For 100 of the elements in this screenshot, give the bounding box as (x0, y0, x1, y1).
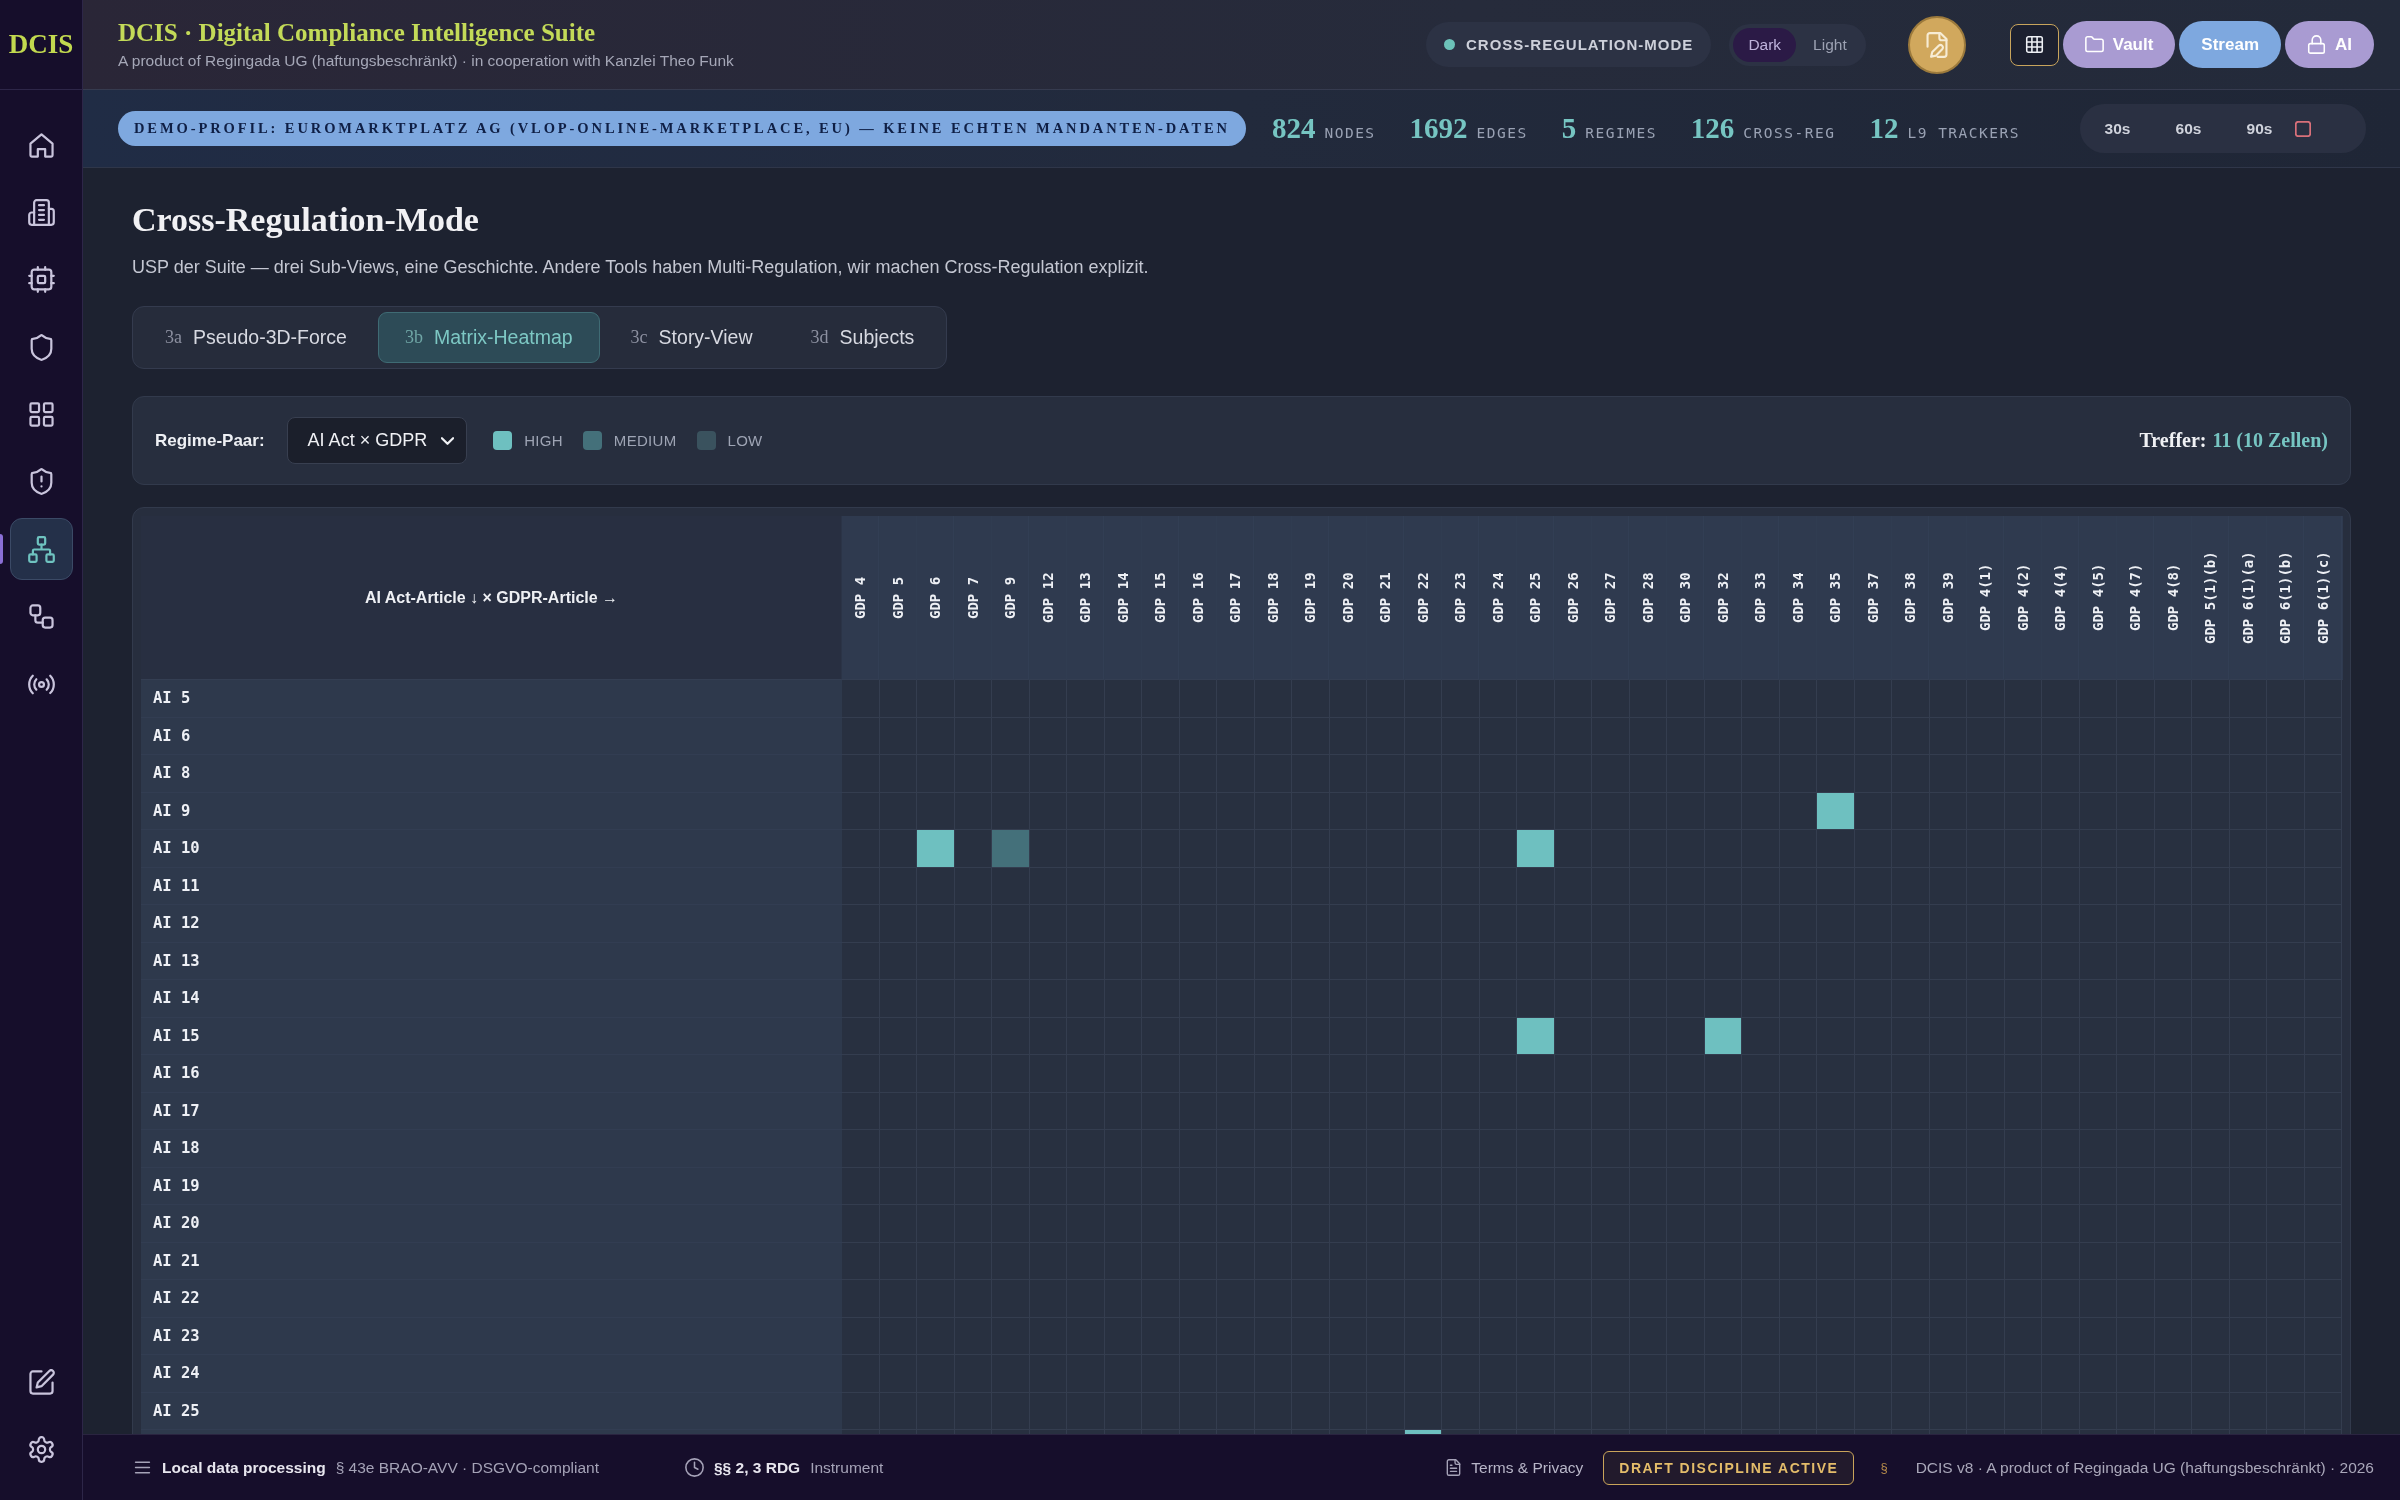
row-header: AI 5 (141, 680, 842, 718)
app-title: DCIS · Digital Compliance Intelligence Suite (118, 19, 597, 47)
active-indicator (0, 534, 3, 565)
column-header: GDP 26 (1554, 516, 1592, 680)
row-header: AI 12 (141, 905, 842, 943)
column-header: GDP 9 (992, 516, 1030, 680)
row-header: AI 24 (141, 1355, 842, 1393)
regime-select[interactable]: AI Act × GDPR (286, 417, 468, 464)
column-header: GDP 6(1)(c) (2304, 516, 2342, 680)
column-header: GDP 19 (1292, 516, 1330, 680)
legend-label: LOW (727, 432, 763, 449)
column-header: GDP 35 (1817, 516, 1855, 680)
row-header: AI 16 (141, 1055, 842, 1093)
page-description: USP der Suite — drei Sub-Views, eine Geschichte. Andere Tools haben Multi-Regulation, wir machen Cross-Regulation explizit. (132, 256, 1150, 279)
nav-button[interactable] (9, 518, 73, 581)
stat-label: NODES (1324, 125, 1376, 141)
interval-option[interactable]: 30s (2082, 111, 2153, 146)
chip-icon (27, 266, 55, 294)
hierarchy-icon (27, 535, 55, 563)
caret-icon (441, 436, 455, 445)
status-dot-icon (1444, 39, 1455, 50)
linked-squares-icon (27, 603, 55, 631)
interval-option[interactable]: 90s (2224, 111, 2295, 146)
file-pen-icon (1923, 31, 1950, 58)
stat-label: CROSS-REG (1743, 125, 1836, 141)
hits-count: 11 (10 Zellen) (2212, 429, 2328, 452)
column-header: GDP 22 (1404, 516, 1442, 680)
view-tab[interactable]: 3d Subjects (783, 312, 942, 363)
view-tab[interactable]: 3a Pseudo-3D-Force (138, 312, 374, 363)
stat-value: 126 (1690, 112, 1735, 145)
page-title: Cross-Regulation-Mode (132, 200, 480, 240)
column-header: GDP 4(5) (2079, 516, 2117, 680)
column-header: GDP 13 (1067, 516, 1105, 680)
stop-icon (2295, 120, 2311, 137)
column-header: GDP 5(1)(b) (2192, 516, 2230, 680)
column-header: GDP 4(8) (2154, 516, 2192, 680)
theme-option[interactable]: Light (1798, 27, 1862, 62)
column-header: GDP 39 (1929, 516, 1967, 680)
mode-badge: CROSS-REGULATION-MODE (1426, 22, 1712, 67)
row-header: AI 22 (141, 1280, 842, 1318)
column-header: GDP 5 (879, 516, 917, 680)
column-header: GDP 33 (1742, 516, 1780, 680)
column-header: GDP 4 (842, 516, 880, 680)
filter-label: Regime-Paar: (155, 430, 265, 451)
status-badge: DRAFT DISCIPLINE ACTIVE (1603, 1450, 1855, 1485)
stat-value: 824 (1271, 112, 1316, 145)
footer-label: §§ 2, 3 RDG (714, 1458, 801, 1477)
table-view-button[interactable] (2009, 23, 2059, 66)
stat-label: REGIMES (1585, 125, 1657, 141)
row-header: AI 19 (141, 1167, 842, 1205)
column-header: GDP 7 (954, 516, 992, 680)
column-header: GDP 20 (1329, 516, 1367, 680)
column-header: GDP 30 (1667, 516, 1705, 680)
column-header: GDP 37 (1854, 516, 1892, 680)
logo: DCIS (8, 29, 74, 60)
column-header: GDP 6(1)(b) (2267, 516, 2305, 680)
column-header: GDP 27 (1592, 516, 1630, 680)
matrix-corner-header: AI Act-Article ↓ × GDPR-Article → (141, 516, 842, 680)
column-header: GDP 24 (1479, 516, 1517, 680)
home-icon (27, 131, 55, 159)
row-header: AI 13 (141, 942, 842, 980)
column-header: GDP 4(4) (2042, 516, 2080, 680)
column-header: GDP 32 (1704, 516, 1742, 680)
column-header: GDP 15 (1142, 516, 1180, 680)
interval-option[interactable]: 60s (2153, 111, 2224, 146)
row-header: AI 20 (141, 1205, 842, 1243)
row-header: AI 14 (141, 980, 842, 1018)
column-header: GDP 6 (917, 516, 955, 680)
stat-label: EDGES (1476, 125, 1528, 141)
theme-option[interactable]: Dark (1733, 27, 1797, 62)
column-header: GDP 4(2) (2004, 516, 2042, 680)
terms-link[interactable]: Terms & Privacy (1445, 1458, 1584, 1477)
column-header: GDP 34 (1779, 516, 1817, 680)
copyright-text: DCIS v8 · A product of Regingada UG (haftungsbeschränkt) · 2026 (1915, 1458, 2374, 1477)
folder-icon (2084, 35, 2104, 54)
row-header: AI 9 (141, 792, 842, 830)
row-header: AI 21 (141, 1242, 842, 1280)
row-header: AI 25 (141, 1392, 842, 1430)
table-icon (2024, 35, 2044, 54)
legend-label: MEDIUM (613, 432, 677, 449)
view-tab[interactable]: 3b Matrix-Heatmap (377, 312, 600, 363)
column-header: GDP 18 (1254, 516, 1292, 680)
column-header: GDP 28 (1629, 516, 1667, 680)
column-header: GDP 14 (1104, 516, 1142, 680)
column-header: GDP 17 (1217, 516, 1255, 680)
row-header: AI 6 (141, 717, 842, 755)
view-tab[interactable]: 3c Story-View (603, 312, 780, 363)
column-header: GDP 12 (1029, 516, 1067, 680)
column-header: GDP 16 (1179, 516, 1217, 680)
section-mark: § (1880, 1460, 1888, 1475)
row-header: AI 17 (141, 1092, 842, 1130)
column-header: GDP 6(1)(a) (2229, 516, 2267, 680)
footer-label: Local data processing (162, 1458, 326, 1477)
row-header: AI 11 (141, 867, 842, 905)
row-header: AI 18 (141, 1130, 842, 1168)
stat-label: L9 TRACKERS (1907, 125, 2020, 141)
lock-icon (2307, 35, 2326, 54)
row-header: AI 23 (141, 1317, 842, 1355)
column-header: GDP 25 (1517, 516, 1555, 680)
stat-value: 12 (1869, 112, 1899, 145)
